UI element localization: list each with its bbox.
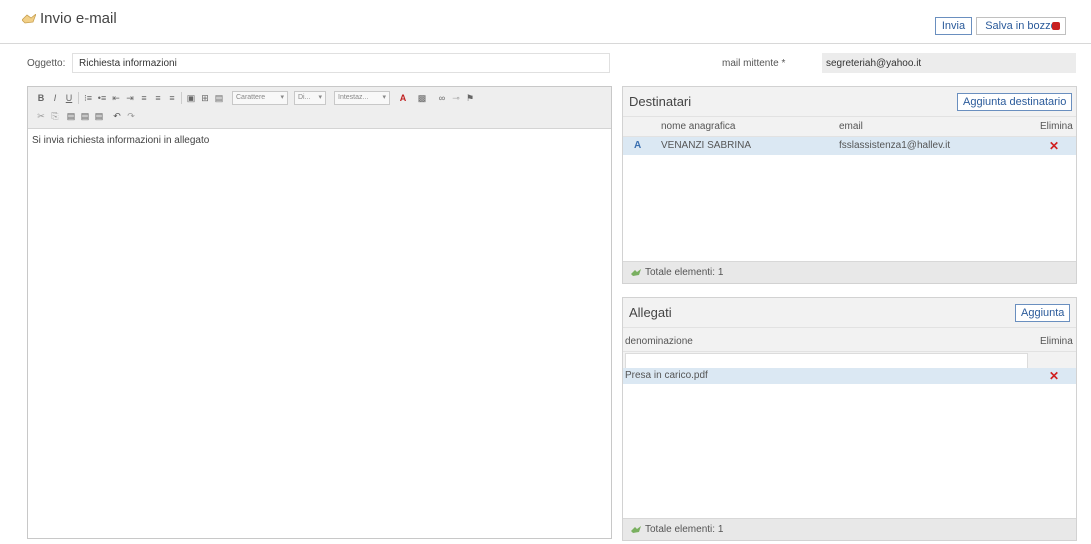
recipients-title: Destinatari xyxy=(629,94,692,109)
copy-icon[interactable]: ⎘ xyxy=(50,111,60,121)
anchor-flag-icon[interactable]: ⚑ xyxy=(465,93,475,103)
recipients-footer: Totale elementi: 1 xyxy=(623,261,1076,283)
chevron-down-icon: ▾ xyxy=(382,94,386,101)
text-color-icon[interactable]: A xyxy=(398,93,408,103)
attachment-name: Presa in carico.pdf xyxy=(625,370,708,381)
link-icon[interactable]: ∞ xyxy=(437,93,447,103)
font-size-select-value: Di... xyxy=(298,94,311,101)
attachments-panel: Allegati Aggiunta denominazione Elimina … xyxy=(622,297,1077,541)
outdent-icon[interactable]: ⇤ xyxy=(111,93,121,103)
sender-label: mail mittente * xyxy=(722,58,786,69)
underline-button[interactable]: U xyxy=(64,93,74,103)
mail-icon xyxy=(22,14,36,24)
unlink-icon[interactable]: ⊸ xyxy=(451,93,461,103)
refresh-icon[interactable] xyxy=(631,269,641,277)
column-header-email[interactable]: email xyxy=(839,121,863,132)
align-left-icon[interactable]: ≡ xyxy=(139,93,149,103)
column-header-delete: Elimina xyxy=(1040,121,1073,132)
align-right-icon[interactable]: ≡ xyxy=(167,93,177,103)
recipients-panel: Destinatari Aggiunta destinatario nome a… xyxy=(622,86,1077,284)
toolbar-divider xyxy=(181,92,182,104)
table-row[interactable]: Presa in carico.pdf ✕ xyxy=(623,368,1076,384)
delete-icon[interactable]: ✕ xyxy=(1049,369,1059,383)
attachments-title: Allegati xyxy=(629,305,672,320)
draft-flag-icon xyxy=(1052,22,1060,30)
attachments-column-headers: denominazione Elimina xyxy=(623,328,1076,352)
send-button[interactable]: Invia xyxy=(935,17,972,35)
add-attachment-button[interactable]: Aggiunta xyxy=(1015,304,1071,322)
recipient-email: fsslassistenza1@hallev.it xyxy=(839,140,951,151)
editor-toolbar: B I U ⁝≡ •≡ ⇤ ⇥ ≡ ≡ ≡ ▣ ⊞ ▤ Carattere ▾ … xyxy=(28,87,611,129)
page-title: Invio e-mail xyxy=(40,10,117,27)
paste-text-icon[interactable]: ▤ xyxy=(80,111,90,121)
indent-icon[interactable]: ⇥ xyxy=(125,93,135,103)
toolbar-divider xyxy=(78,92,79,104)
table-icon[interactable]: ⊞ xyxy=(200,93,210,103)
italic-button[interactable]: I xyxy=(50,93,60,103)
recipients-total: Totale elementi: 1 xyxy=(645,267,724,278)
align-center-icon[interactable]: ≡ xyxy=(153,93,163,103)
paste-icon[interactable]: ▤ xyxy=(66,111,76,121)
delete-icon[interactable]: ✕ xyxy=(1049,139,1059,153)
column-header-delete: Elimina xyxy=(1040,336,1073,347)
column-header-name[interactable]: nome anagrafica xyxy=(661,121,736,132)
recipients-column-headers: nome anagrafica email Elimina xyxy=(623,117,1076,137)
table-row[interactable]: A VENANZI SABRINA fsslassistenza1@hallev… xyxy=(623,137,1076,155)
attachments-header: Allegati Aggiunta xyxy=(623,298,1076,328)
title-bar: Invio e-mail Invia Salva in bozze xyxy=(0,0,1091,44)
contact-type-icon: A xyxy=(634,140,642,151)
add-recipient-button[interactable]: Aggiunta destinatario xyxy=(957,93,1073,111)
save-draft-label: Salva in bozze xyxy=(985,20,1057,32)
save-draft-button[interactable]: Salva in bozze xyxy=(976,17,1066,35)
image-icon[interactable]: ▣ xyxy=(186,93,196,103)
recipient-name: VENANZI SABRINA xyxy=(661,140,752,151)
recipients-header: Destinatari Aggiunta destinatario xyxy=(623,87,1076,117)
paste-word-icon[interactable]: ▤ xyxy=(94,111,104,121)
column-header-filename[interactable]: denominazione xyxy=(625,336,693,347)
font-family-select-value: Carattere xyxy=(236,94,266,101)
background-color-icon[interactable]: ▩ xyxy=(417,93,427,103)
font-size-select[interactable]: Di... ▾ xyxy=(294,91,326,105)
refresh-icon[interactable] xyxy=(631,526,641,534)
bullet-list-icon[interactable]: •≡ xyxy=(97,93,107,103)
numbered-list-icon[interactable]: ⁝≡ xyxy=(83,93,93,103)
undo-icon[interactable]: ↶ xyxy=(112,111,122,121)
bold-button[interactable]: B xyxy=(36,93,46,103)
editor-content[interactable]: Si invia richiesta informazioni in alleg… xyxy=(28,129,611,152)
format-select[interactable]: Intestaz... ▾ xyxy=(334,91,390,105)
chevron-down-icon: ▾ xyxy=(280,94,284,101)
subject-label: Oggetto: xyxy=(27,58,66,69)
attachments-total: Totale elementi: 1 xyxy=(645,524,724,535)
chevron-down-icon: ▾ xyxy=(318,94,322,101)
redo-icon[interactable]: ↷ xyxy=(126,111,136,121)
rich-text-editor[interactable]: B I U ⁝≡ •≡ ⇤ ⇥ ≡ ≡ ≡ ▣ ⊞ ▤ Carattere ▾ … xyxy=(27,86,612,539)
horizontal-rule-icon[interactable]: ▤ xyxy=(214,93,224,103)
cut-icon[interactable]: ✂ xyxy=(36,111,46,121)
sender-input[interactable] xyxy=(822,53,1076,73)
format-select-value: Intestaz... xyxy=(338,94,369,101)
subject-input[interactable] xyxy=(72,53,610,73)
font-family-select[interactable]: Carattere ▾ xyxy=(232,91,288,105)
attachments-footer: Totale elementi: 1 xyxy=(623,518,1076,540)
